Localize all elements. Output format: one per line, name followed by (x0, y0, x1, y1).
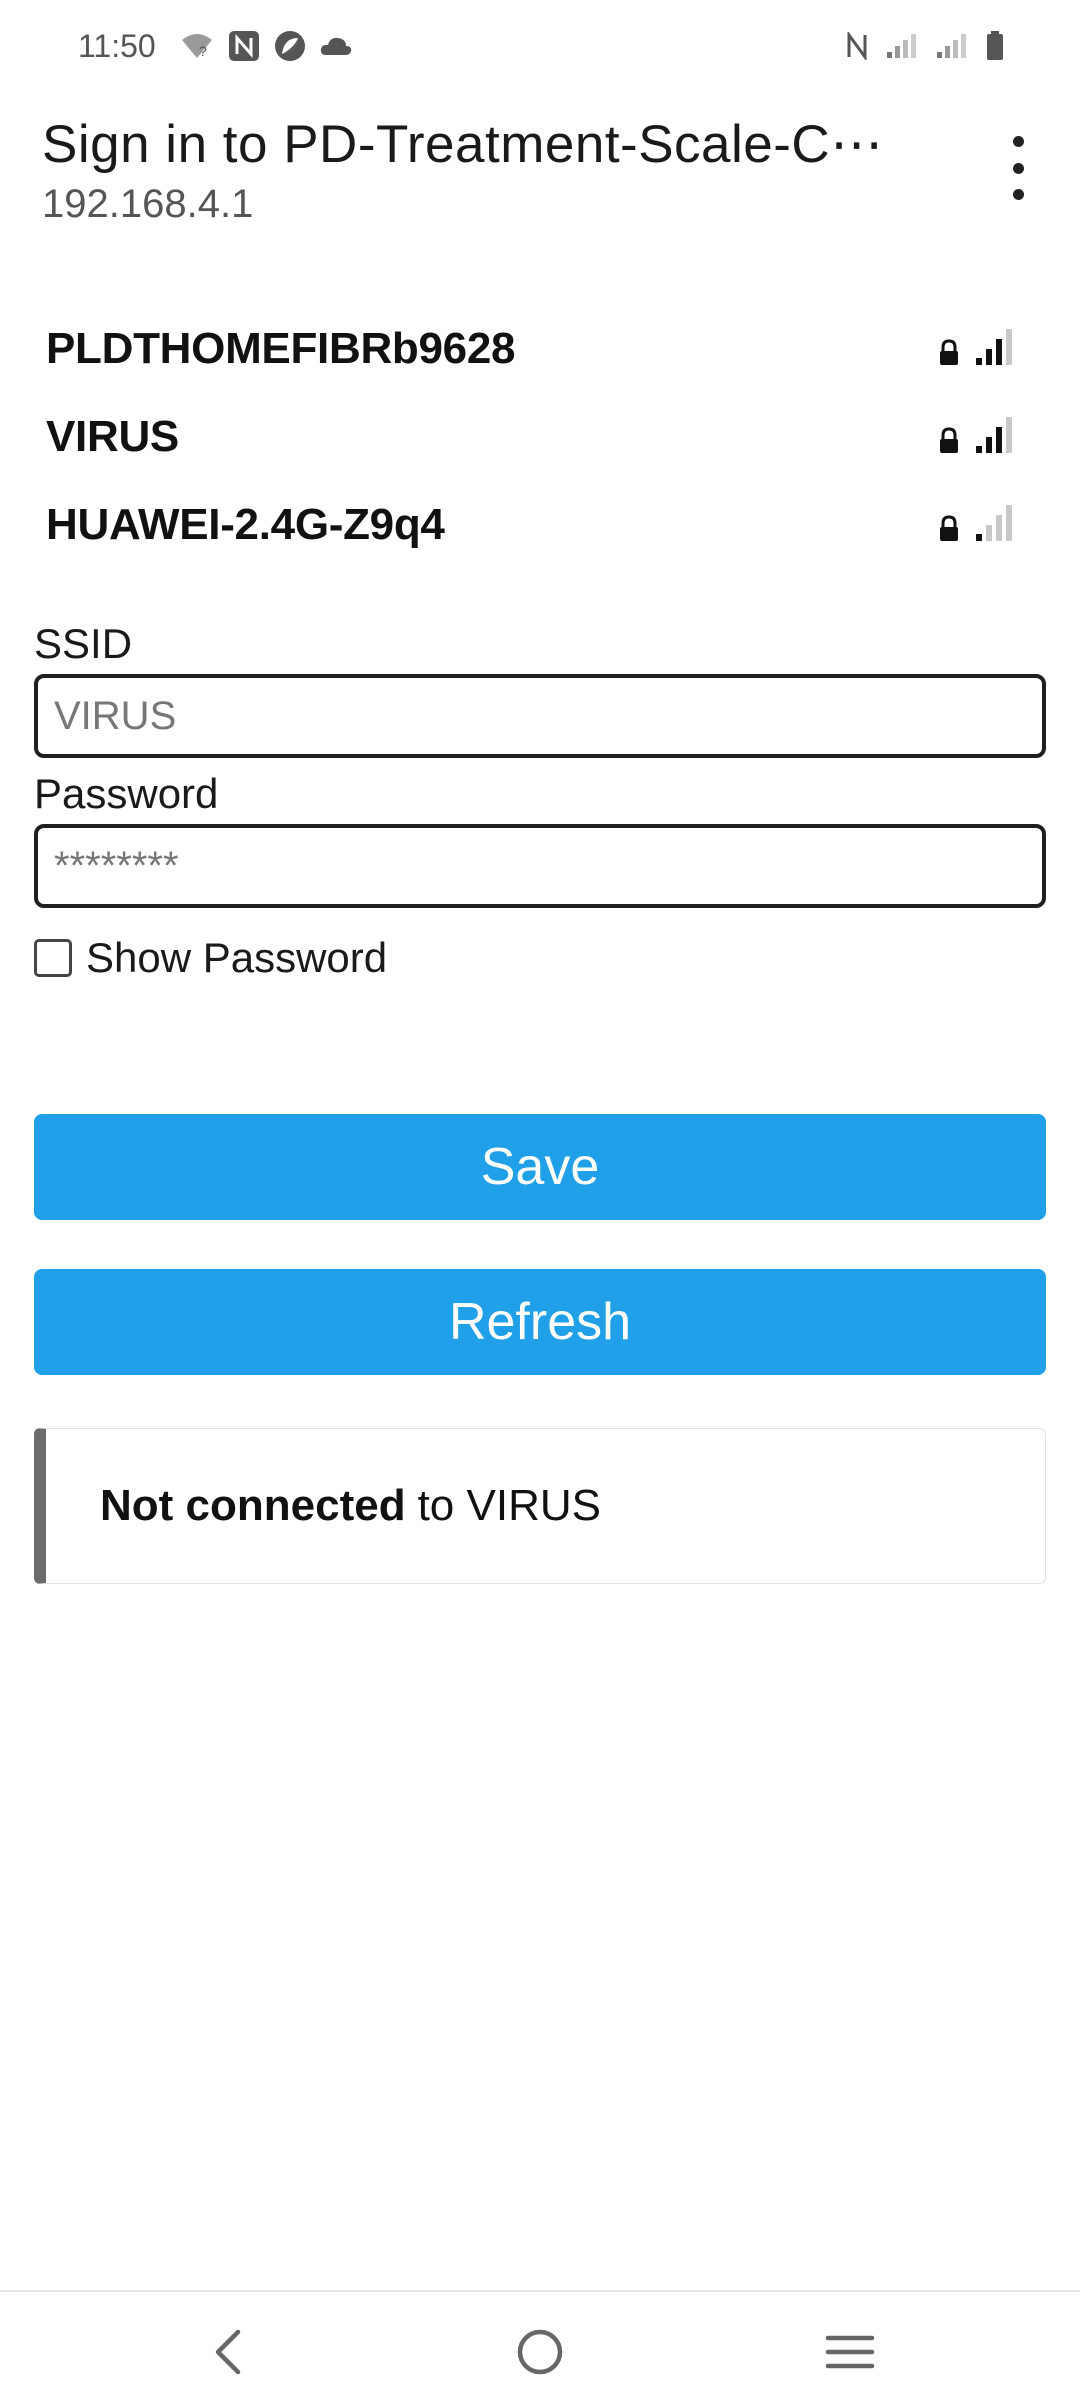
wifi-unknown-icon: ? (180, 32, 214, 65)
signal-icon (936, 32, 968, 65)
wifi-signal-icon (974, 327, 1014, 372)
status-time: 11:50 (78, 28, 156, 64)
password-input[interactable]: ******** (34, 824, 1046, 908)
app-header: Sign in to PD-Treatment-Scale-C⋯ 192.168… (0, 96, 1080, 246)
refresh-button[interactable]: Refresh (34, 1269, 1046, 1375)
lock-icon (938, 515, 960, 548)
network-name: PLDTHOMEFIBRb9628 (46, 324, 516, 373)
network-icons (938, 416, 1014, 460)
network-item[interactable]: HUAWEI-2.4G-Z9q4 (0, 486, 1080, 574)
network-icons (938, 328, 1014, 372)
password-label: Password (34, 770, 219, 817)
ssid-label: SSID (34, 620, 133, 667)
network-item[interactable]: VIRUS (0, 398, 1080, 486)
wifi-signal-icon (974, 503, 1014, 548)
nav-bar (0, 2290, 1080, 2402)
network-list: PLDTHOMEFIBRb9628 VIRUS HUAWEI-2.4G-Z9q4 (0, 310, 1080, 574)
page-url: 192.168.4.1 (42, 182, 254, 226)
lock-icon (938, 427, 960, 460)
nfc-icon (846, 29, 868, 65)
page-title: Sign in to PD-Treatment-Scale-C⋯ (42, 115, 884, 174)
show-password-checkbox[interactable] (34, 939, 72, 977)
ssid-value: VIRUS (54, 693, 177, 738)
wifi-signal-icon (974, 415, 1014, 460)
cloud-icon (320, 35, 352, 62)
home-icon[interactable] (514, 2322, 566, 2382)
leaf-icon (274, 30, 306, 67)
network-icons (938, 504, 1014, 548)
password-value: ******** (54, 843, 179, 888)
status-text: to VIRUS (417, 1481, 601, 1530)
network-item[interactable]: PLDTHOMEFIBRb9628 (0, 310, 1080, 398)
status-bar: 11:50 ? (0, 0, 1080, 96)
battery-icon (986, 30, 1004, 66)
back-icon[interactable] (208, 2322, 248, 2382)
network-name: VIRUS (46, 412, 179, 461)
connection-status: Not connected to VIRUS (34, 1428, 1046, 1584)
wifi-form: SSID VIRUS Password ******** Show Passwo… (34, 620, 1046, 982)
signal-icon (886, 32, 918, 65)
show-password-row: Show Password (34, 934, 1046, 982)
network-name: HUAWEI-2.4G-Z9q4 (46, 500, 445, 549)
nfc-icon (228, 30, 260, 67)
more-vert-icon[interactable] (996, 136, 1040, 200)
status-left-icons: ? (180, 28, 352, 68)
save-button[interactable]: Save (34, 1114, 1046, 1220)
svg-text:?: ? (199, 43, 207, 59)
lock-icon (938, 339, 960, 372)
status-right-icons (846, 28, 1004, 68)
status-emphasis: Not connected (100, 1481, 406, 1530)
show-password-label[interactable]: Show Password (86, 934, 387, 982)
ssid-input[interactable]: VIRUS (34, 674, 1046, 758)
recents-icon[interactable] (824, 2322, 876, 2382)
